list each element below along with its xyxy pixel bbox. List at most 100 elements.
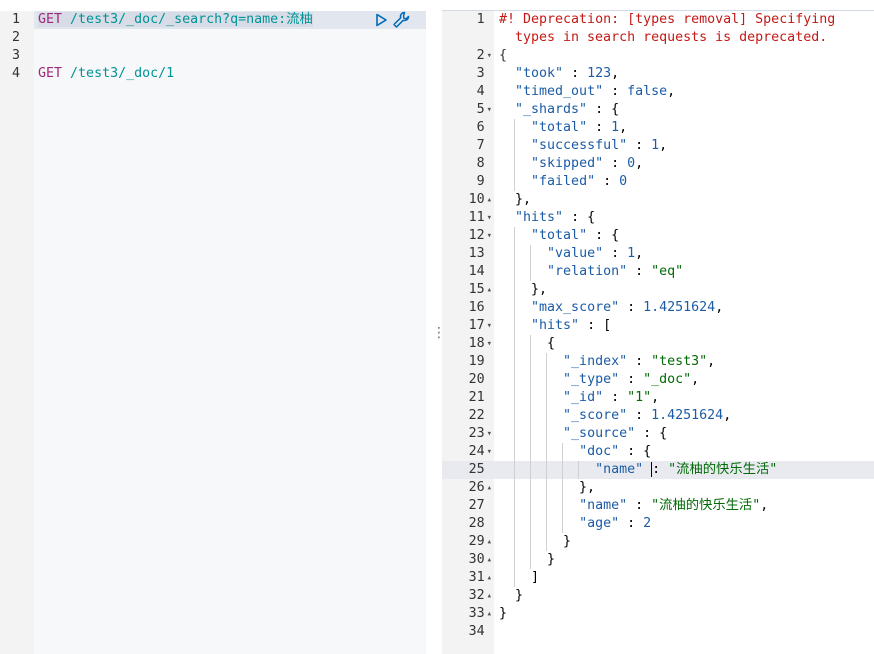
fold-down-icon — [487, 497, 494, 515]
response-line-number: 2 ▾ — [442, 47, 494, 65]
response-line-number: 15 ▴ — [442, 281, 494, 299]
deprecation-warning-cont: types in search requests is deprecated. — [515, 30, 828, 45]
response-line: types in search requests is deprecated. — [494, 29, 874, 47]
fold-down-icon[interactable]: ▾ — [487, 335, 494, 353]
fold-down-icon — [487, 263, 494, 281]
request-line[interactable] — [34, 47, 426, 65]
request-editor[interactable]: GET /test3/_doc/_search?q=name:流柚 GET /t… — [34, 11, 426, 654]
fold-up-icon[interactable]: ▴ — [487, 605, 494, 623]
line-number: 15 — [468, 282, 485, 297]
line-number: 26 — [468, 480, 485, 495]
deprecation-warning: #! Deprecation: [types removal] Specifyi… — [499, 12, 836, 27]
request-line[interactable]: GET /test3/_doc/_search?q=name:流柚 — [34, 11, 426, 29]
response-line-number: 19 — [442, 353, 494, 371]
line-number: 33 — [468, 606, 485, 621]
fold-up-icon[interactable]: ▴ — [487, 569, 494, 587]
request-line-number: 1 — [12, 12, 21, 27]
response-line-number: 9 — [442, 173, 494, 191]
fold-up-icon[interactable]: ▴ — [487, 281, 494, 299]
request-selection: GET /test3/_doc/_search?q=name:流柚 — [38, 12, 313, 27]
response-line: "skipped" : 0, — [494, 155, 874, 173]
fold-up-icon[interactable]: ▴ — [487, 533, 494, 551]
line-number: 13 — [468, 246, 485, 261]
line-number: 25 — [468, 462, 485, 477]
response-line: { — [499, 48, 508, 63]
fold-down-icon[interactable]: ▾ — [487, 227, 494, 245]
response-line-number: 14 — [442, 263, 494, 281]
fold-down-icon[interactable]: ▾ — [487, 47, 494, 65]
fold-down-icon[interactable]: ▾ — [487, 209, 494, 227]
response-line: } — [499, 533, 572, 551]
fold-up-icon[interactable]: ▴ — [487, 479, 494, 497]
response-line: "successful" : 1, — [494, 137, 874, 155]
line-number: 11 — [468, 210, 485, 225]
wrench-icon[interactable] — [392, 11, 410, 29]
line-number: 12 — [468, 228, 485, 243]
response-line-number: 16 — [442, 299, 494, 317]
fold-up-icon[interactable]: ▴ — [487, 587, 494, 605]
line-number: 3 — [476, 66, 485, 81]
response-line-number: 31 ▴ — [442, 569, 494, 587]
fold-down-icon — [487, 29, 494, 47]
fold-down-icon — [487, 137, 494, 155]
response-line-number: 29 ▴ — [442, 533, 494, 551]
response-gutter: 1 2 ▾ 3 4 5 ▾ 6 7 8 9 10 ▴ 11 ▾ 12 ▾ 13 14 15 ▴ 16 17 ▾ 18 ▾ 19 20 2… — [442, 11, 494, 654]
response-line: "total" : 1, — [494, 119, 874, 137]
response-line-number: 32 ▴ — [442, 587, 494, 605]
line-number: 22 — [468, 408, 485, 423]
response-line-number: 18 ▾ — [442, 335, 494, 353]
line-number: 1 — [476, 12, 485, 27]
line-number: 28 — [468, 516, 485, 531]
response-line: }, — [499, 479, 596, 497]
line-number: 34 — [468, 624, 485, 639]
response-line-number: 25 — [442, 461, 494, 479]
response-editor[interactable]: #! Deprecation: [types removal] Specifyi… — [494, 11, 874, 654]
fold-down-icon — [487, 371, 494, 389]
response-line: "name" : "流柚的快乐生活", — [494, 497, 874, 515]
fold-down-icon — [487, 11, 494, 29]
request-line[interactable] — [34, 29, 426, 47]
line-number: 24 — [468, 444, 485, 459]
pane-resizer[interactable]: ⋮ — [426, 11, 446, 654]
fold-up-icon[interactable]: ▴ — [487, 191, 494, 209]
fold-up-icon[interactable]: ▴ — [487, 551, 494, 569]
response-line-highlighted: "name" : "流柚的快乐生活" — [494, 461, 874, 479]
request-line[interactable]: GET /test3/_doc/1 — [34, 65, 426, 83]
fold-down-icon — [487, 83, 494, 101]
request-pane: 1 2 3 4 GET /test3/_doc/_search?q=name:流… — [0, 11, 426, 654]
line-number: 8 — [476, 156, 485, 171]
response-line-number: 11 ▾ — [442, 209, 494, 227]
fold-down-icon[interactable]: ▾ — [487, 425, 494, 443]
fold-down-icon[interactable]: ▾ — [487, 443, 494, 461]
response-line: "relation" : "eq" — [494, 263, 874, 281]
line-number: 30 — [468, 552, 485, 567]
response-line: "_shards" : { — [515, 102, 620, 117]
response-line: "hits" : [ — [494, 317, 874, 335]
play-icon[interactable] — [374, 13, 388, 27]
line-number: 18 — [468, 336, 485, 351]
response-line: ] — [499, 569, 540, 587]
response-line: "max_score" : 1.4251624, — [494, 299, 874, 317]
response-line: } — [499, 588, 524, 603]
response-line: { — [499, 335, 556, 353]
line-number: 14 — [468, 264, 485, 279]
response-line: "total" : { — [494, 227, 874, 245]
fold-down-icon[interactable]: ▾ — [487, 317, 494, 335]
response-line-number: 17 ▾ — [442, 317, 494, 335]
response-line: } — [499, 551, 556, 569]
response-line-number: 34 — [442, 623, 494, 641]
response-line — [494, 623, 874, 641]
response-line-number: 24 ▾ — [442, 443, 494, 461]
response-line: }, — [499, 192, 532, 207]
took-value: 123 — [587, 66, 612, 81]
response-line: "timed_out" : false, — [515, 84, 676, 99]
fold-down-icon[interactable]: ▾ — [487, 101, 494, 119]
request-path: /test3/_doc/_search?q=name:流柚 — [70, 12, 313, 27]
response-line: }, — [499, 281, 548, 299]
line-number: 31 — [468, 570, 485, 585]
response-line-number: 4 — [442, 83, 494, 101]
response-line: "doc" : { — [494, 443, 874, 461]
response-line: "took" : 123, — [515, 66, 620, 81]
response-line-number: 23 ▾ — [442, 425, 494, 443]
request-method: GET — [38, 12, 63, 27]
